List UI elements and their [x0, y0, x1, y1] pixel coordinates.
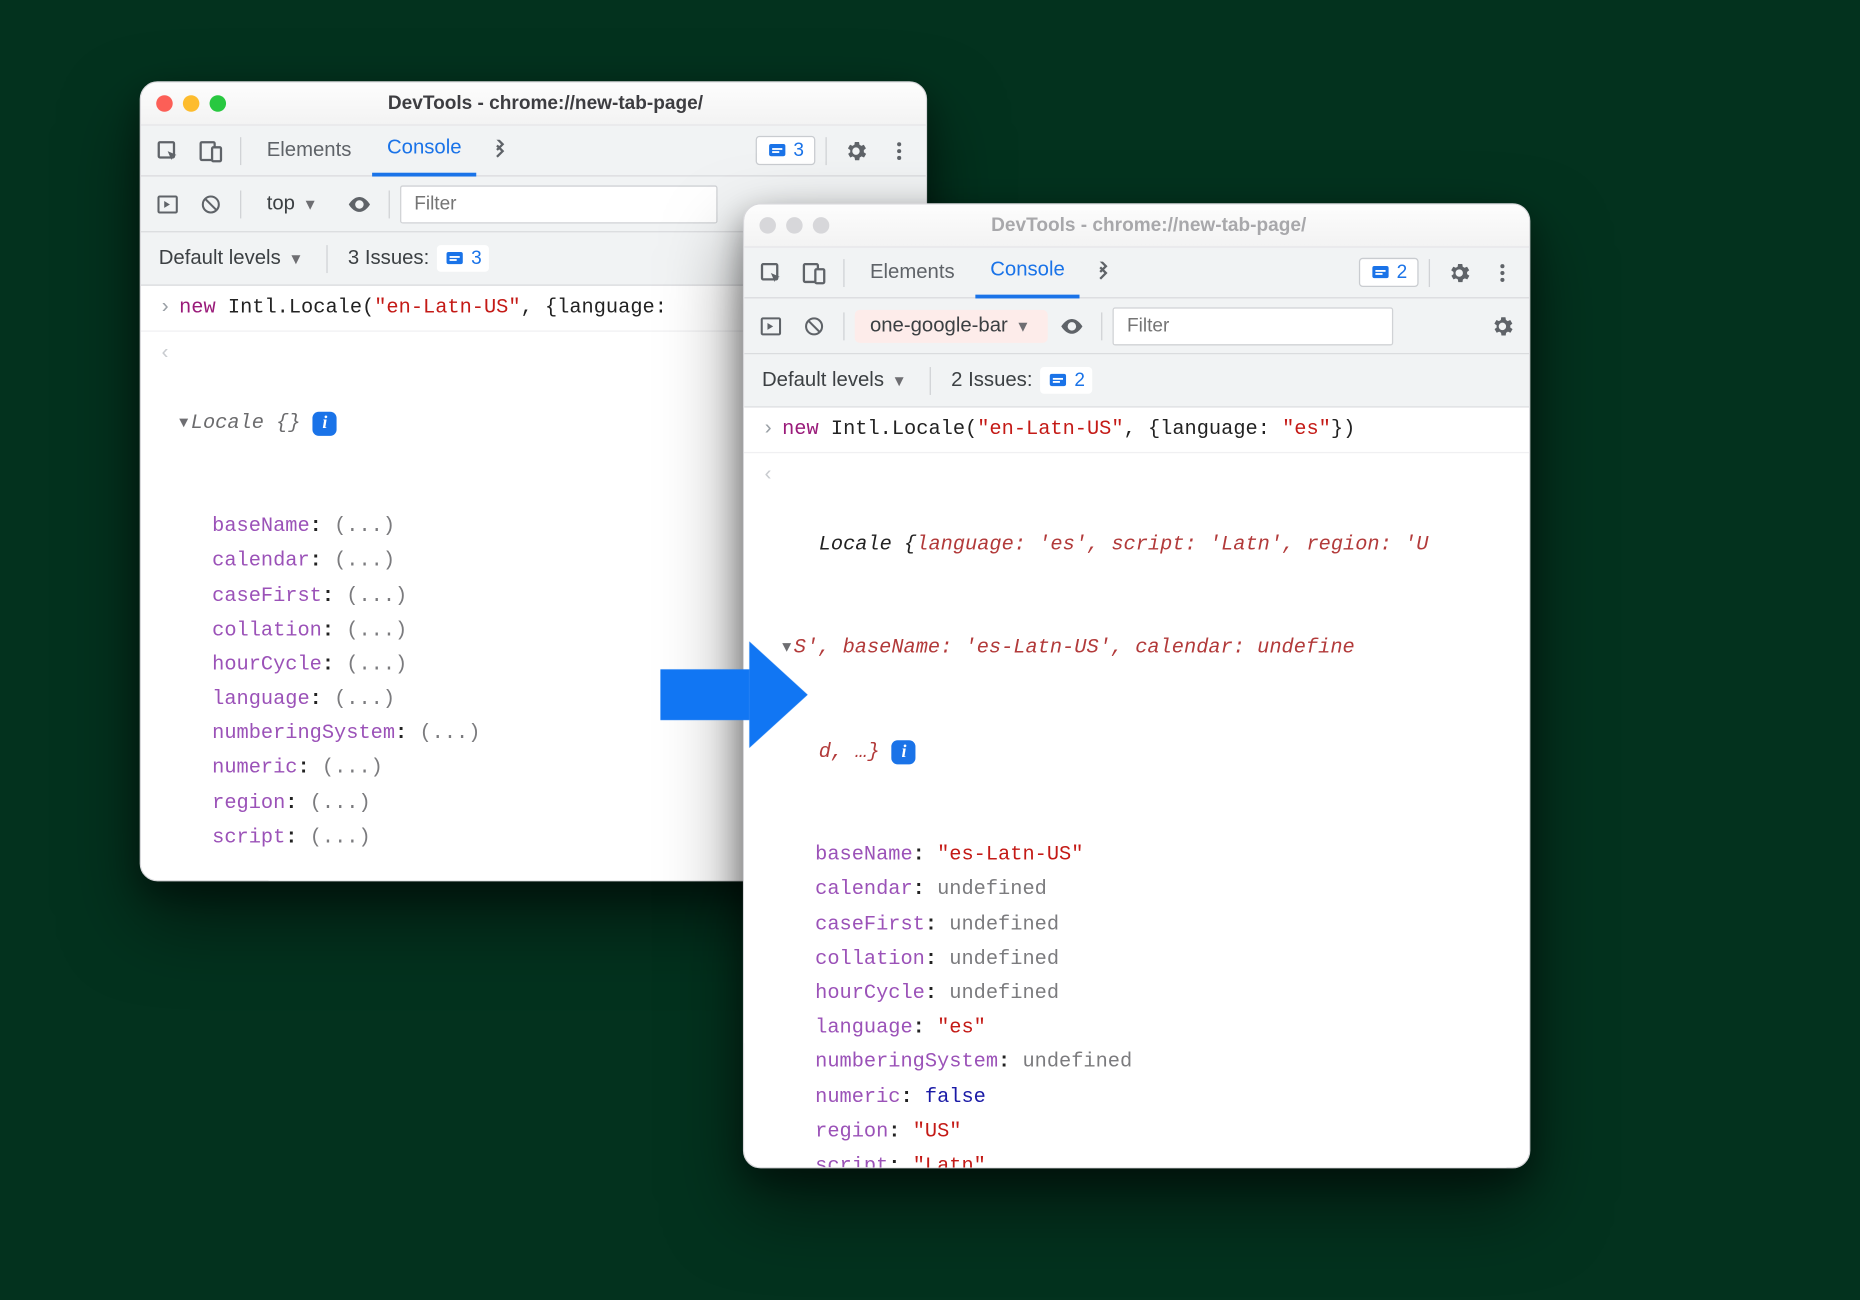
traffic-lights[interactable]	[759, 217, 829, 234]
clear-console-icon[interactable]	[795, 307, 833, 345]
device-toggle-icon[interactable]	[192, 131, 230, 169]
issues-button[interactable]: 3 Issues: 3	[338, 245, 500, 272]
arrow-icon	[660, 641, 807, 748]
log-levels-selector[interactable]: Default levels ▼	[149, 247, 317, 270]
gear-icon[interactable]	[1440, 253, 1478, 291]
filter-input[interactable]	[400, 185, 718, 223]
prop-row[interactable]: caseFirst: undefined	[782, 908, 1519, 943]
eye-icon[interactable]	[1053, 307, 1091, 345]
minimize-icon[interactable]	[786, 217, 803, 234]
minimize-icon[interactable]	[183, 95, 200, 112]
kebab-icon[interactable]	[880, 131, 918, 169]
more-tabs-icon[interactable]	[482, 131, 520, 169]
zoom-icon[interactable]	[813, 217, 830, 234]
eye-icon[interactable]	[341, 185, 379, 223]
zoom-icon[interactable]	[210, 95, 227, 112]
info-icon[interactable]: i	[892, 741, 916, 765]
issues-badge[interactable]: 3	[755, 136, 815, 165]
more-tabs-icon[interactable]	[1085, 253, 1123, 291]
devtools-window-right: DevTools - chrome://new-tab-page/ Elemen…	[743, 203, 1530, 1168]
inspect-icon[interactable]	[149, 131, 187, 169]
issues-count: 3	[793, 140, 804, 162]
tab-console[interactable]: Console	[372, 125, 477, 176]
inspect-icon[interactable]	[752, 253, 790, 291]
context-selector[interactable]: top ▼	[251, 187, 335, 220]
chevron-down-icon: ▼	[892, 371, 907, 389]
chevron-down-icon: ▼	[1015, 317, 1030, 335]
close-icon[interactable]	[759, 217, 776, 234]
prop-row[interactable]: numberingSystem: undefined	[782, 1046, 1519, 1081]
gear-icon[interactable]	[837, 131, 875, 169]
window-title: DevTools - chrome://new-tab-page/	[847, 215, 1514, 237]
clear-console-icon[interactable]	[192, 185, 230, 223]
chevron-down-icon: ▼	[303, 195, 318, 213]
prop-row[interactable]: calendar: undefined	[782, 873, 1519, 908]
titlebar[interactable]: DevTools - chrome://new-tab-page/	[141, 83, 926, 126]
disclosure-open-icon[interactable]: ▼	[179, 410, 188, 436]
log-levels-selector[interactable]: Default levels ▼	[752, 369, 920, 392]
device-toggle-icon[interactable]	[795, 253, 833, 291]
prop-row[interactable]: collation: undefined	[782, 942, 1519, 977]
titlebar[interactable]: DevTools - chrome://new-tab-page/	[744, 204, 1529, 247]
prop-row[interactable]: hourCycle: undefined	[782, 977, 1519, 1012]
prop-row[interactable]: language: "es"	[782, 1011, 1519, 1046]
tab-console[interactable]: Console	[975, 247, 1080, 298]
window-title: DevTools - chrome://new-tab-page/	[244, 93, 911, 115]
traffic-lights[interactable]	[156, 95, 226, 112]
issues-count: 2	[1397, 262, 1408, 284]
tab-elements[interactable]: Elements	[251, 125, 366, 176]
info-icon[interactable]: i	[313, 411, 337, 435]
chevron-down-icon: ▼	[288, 250, 303, 268]
close-icon[interactable]	[156, 95, 173, 112]
console-output[interactable]: ‹ Locale {language: 'es', script: 'Latn'…	[744, 454, 1529, 1169]
context-selector[interactable]: one-google-bar ▼	[855, 309, 1049, 342]
issues-button[interactable]: 2 Issues: 2	[941, 367, 1103, 394]
gear-icon[interactable]	[1483, 307, 1521, 345]
toggle-drawer-icon[interactable]	[752, 307, 790, 345]
filter-input[interactable]	[1113, 307, 1394, 345]
prop-row[interactable]: region: "US"	[782, 1115, 1519, 1150]
prop-row[interactable]: script: "Latn"	[782, 1149, 1519, 1168]
console-input-echo: › new Intl.Locale("en-Latn-US", {languag…	[744, 408, 1529, 454]
issues-badge[interactable]: 2	[1358, 258, 1418, 287]
tab-elements[interactable]: Elements	[855, 247, 970, 298]
kebab-icon[interactable]	[1483, 253, 1521, 291]
prop-row[interactable]: numeric: false	[782, 1080, 1519, 1115]
prop-row[interactable]: baseName: "es-Latn-US"	[782, 839, 1519, 874]
toggle-drawer-icon[interactable]	[149, 185, 187, 223]
